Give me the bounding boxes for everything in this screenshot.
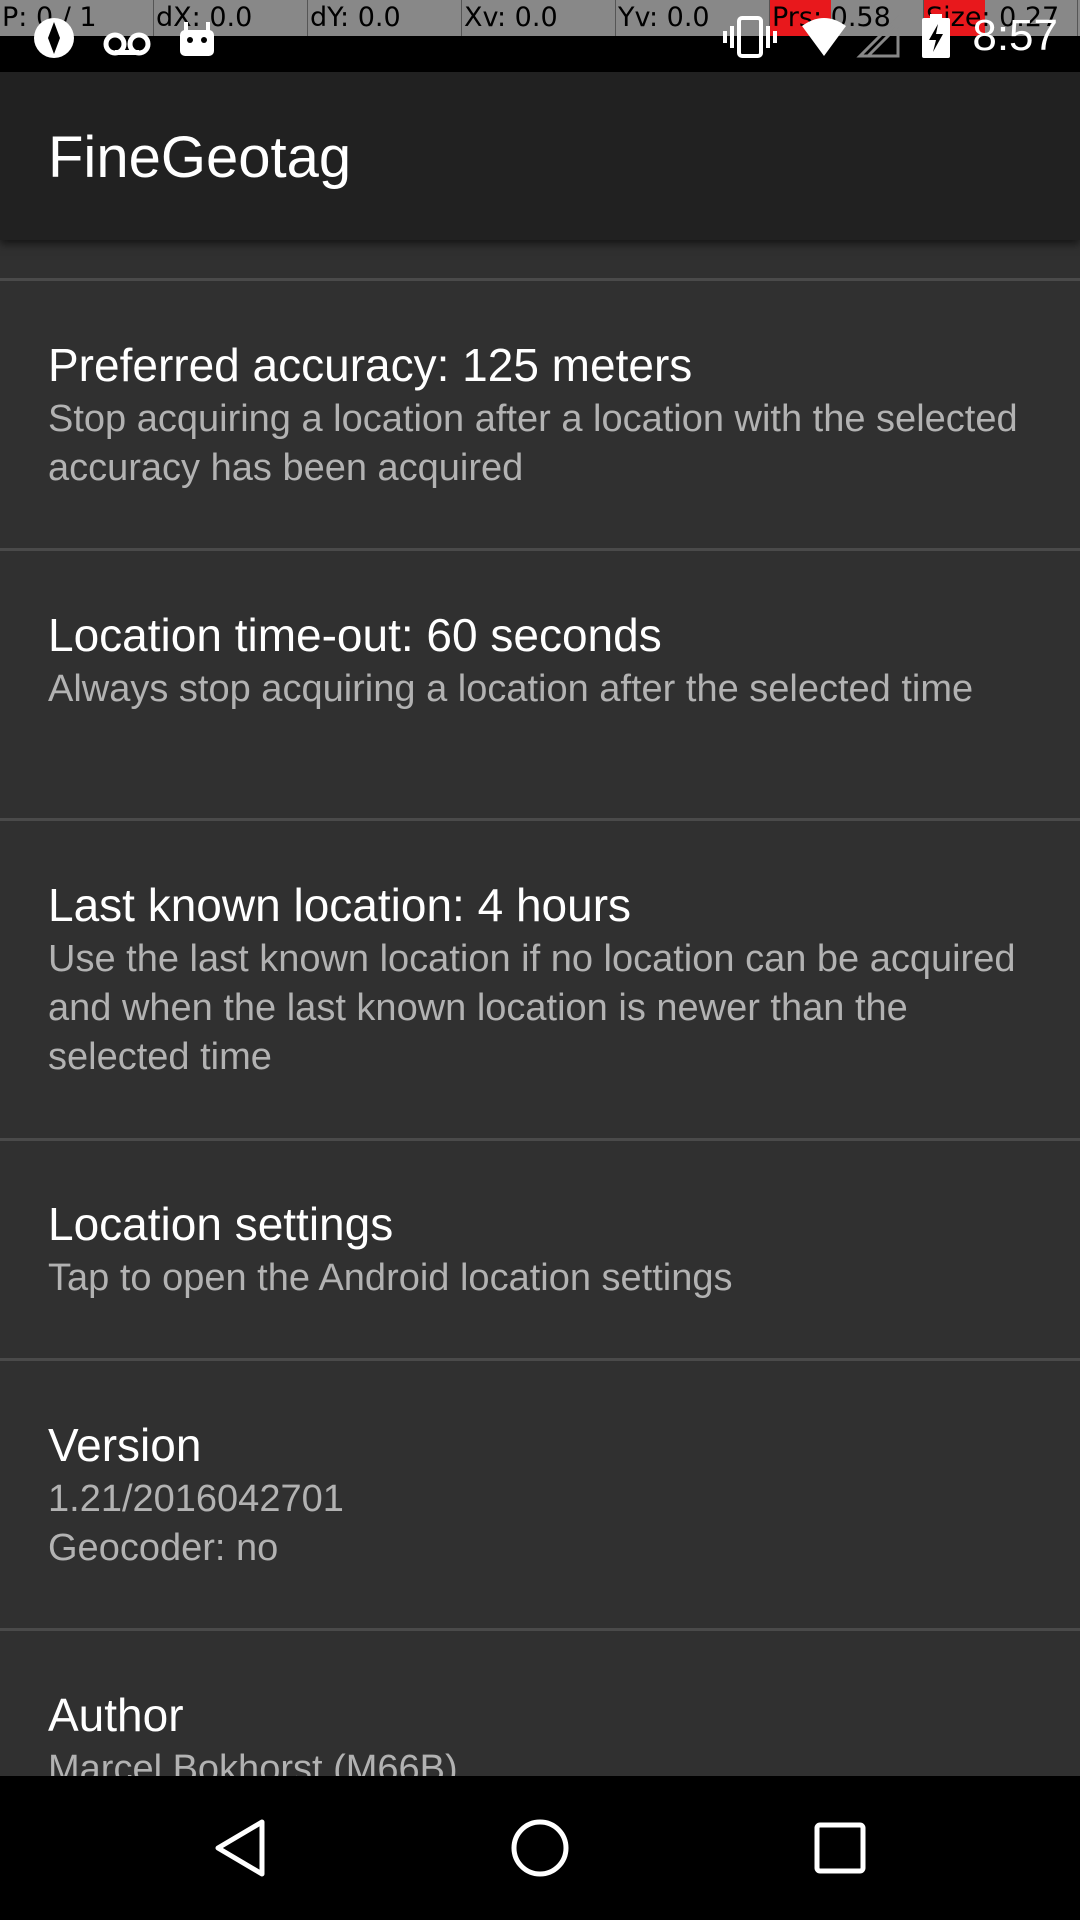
pref-title: Preferred accuracy: 125 meters <box>48 339 693 391</box>
settings-screen: P: 0 / 1 dX: 0.0 dY: 0.0 Xv: 0.0 Yv: 0.0… <box>0 0 1080 1920</box>
action-bar: FineGeotag <box>0 72 1080 240</box>
home-icon[interactable] <box>504 1812 576 1884</box>
overlay-xv: Xv: 0.0 <box>462 0 616 36</box>
pref-summary-geocoder: Geocoder: no <box>48 1527 279 1569</box>
recents-icon[interactable] <box>804 1812 876 1884</box>
pref-preferred-accuracy[interactable]: Preferred accuracy: 125 meters Stop acqu… <box>0 335 1080 493</box>
pref-title: Author <box>48 1689 184 1741</box>
wifi-icon <box>802 18 846 56</box>
android-icon <box>180 22 214 56</box>
status-bar-time: 8:57 <box>972 11 1058 60</box>
pref-summary: Stop acquiring a location after a locati… <box>48 398 1018 489</box>
voicemail-icon <box>103 32 151 56</box>
list-divider <box>0 818 1080 821</box>
overlay-dy: dY: 0.0 <box>308 0 462 36</box>
pref-summary: Always stop acquiring a location after t… <box>48 668 974 710</box>
list-divider <box>0 1138 1080 1141</box>
signal-icon <box>856 14 900 58</box>
pref-title: Last known location: 4 hours <box>48 879 632 931</box>
pref-author[interactable]: Author Marcel Bokhorst (M66B) <box>0 1685 1080 1776</box>
pref-location-settings[interactable]: Location settings Tap to open the Androi… <box>0 1194 1080 1303</box>
pref-version[interactable]: Version 1.21/2016042701 Geocoder: no <box>0 1415 1080 1573</box>
pref-last-known-location[interactable]: Last known location: 4 hours Use the las… <box>0 875 1080 1082</box>
pref-summary: Marcel Bokhorst (M66B) <box>48 1748 458 1776</box>
pointer-location-overlay: P: 0 / 1 dX: 0.0 dY: 0.0 Xv: 0.0 Yv: 0.0… <box>0 0 1080 36</box>
pref-summary: Tap to open the Android location setting… <box>48 1257 733 1299</box>
list-divider <box>0 1628 1080 1631</box>
list-divider <box>0 1358 1080 1361</box>
app-notification-icon <box>34 18 74 58</box>
pref-title: Location settings <box>48 1198 394 1250</box>
pref-location-timeout[interactable]: Location time-out: 60 seconds Always sto… <box>0 605 1080 714</box>
vibrate-icon <box>723 16 777 58</box>
list-divider <box>0 548 1080 551</box>
pref-summary: Use the last known location if no locati… <box>48 938 1016 1078</box>
preference-list[interactable]: Preferred accuracy: 125 meters Stop acqu… <box>0 240 1080 1776</box>
pref-summary-version: 1.21/2016042701 <box>48 1478 344 1520</box>
app-title: FineGeotag <box>48 125 352 190</box>
status-bar: P: 0 / 1 dX: 0.0 dY: 0.0 Xv: 0.0 Yv: 0.0… <box>0 0 1080 72</box>
list-divider <box>0 278 1080 281</box>
back-icon[interactable] <box>204 1812 276 1884</box>
pref-title: Version <box>48 1419 202 1471</box>
pref-title: Location time-out: 60 seconds <box>48 609 662 661</box>
battery-charging-icon <box>922 14 950 58</box>
navigation-bar <box>0 1776 1080 1920</box>
